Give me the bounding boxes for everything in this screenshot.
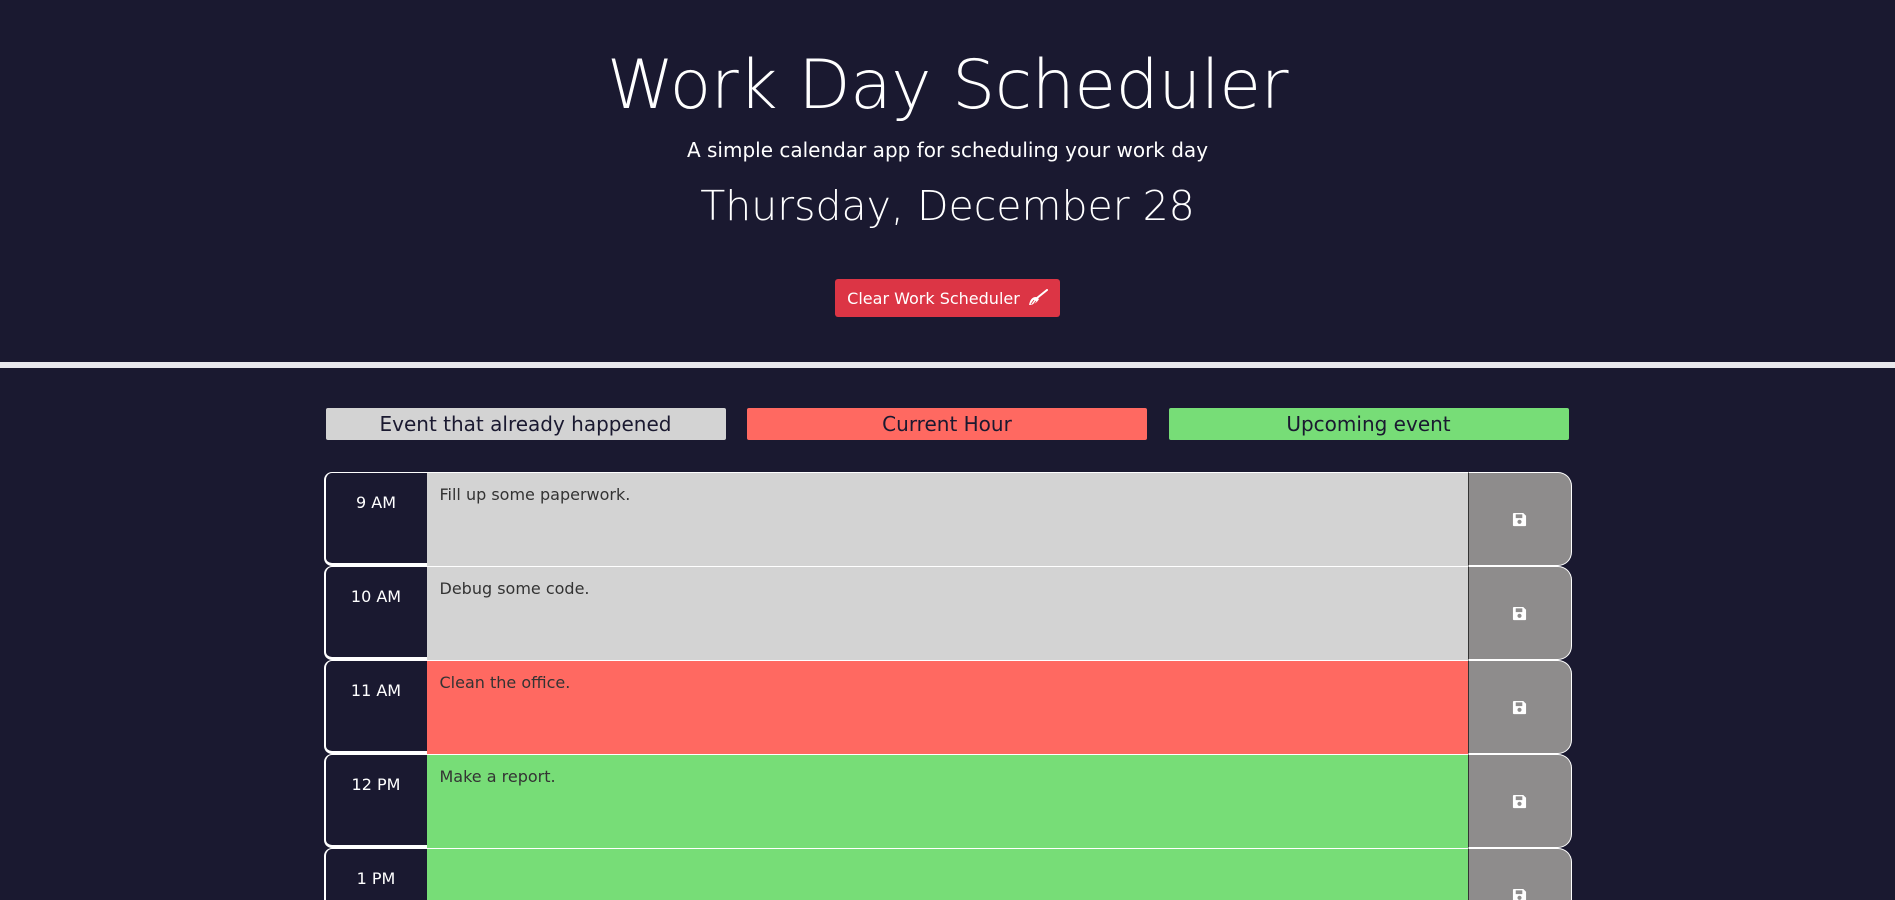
floppy-disk-icon	[1512, 606, 1527, 620]
save-button[interactable]	[1467, 754, 1572, 848]
time-block-list: 9 AM Fill up some paperwork. 10 AM Debug so…	[323, 472, 1572, 900]
time-block-row: 11 AM Clean the office.	[323, 660, 1572, 754]
legend-present: Current Hour	[747, 408, 1147, 440]
save-button[interactable]	[1467, 472, 1572, 566]
event-description-input[interactable]: Fill up some paperwork.	[426, 472, 1468, 566]
time-block-row: 10 AM Debug some code.	[323, 566, 1572, 660]
save-button[interactable]	[1467, 660, 1572, 754]
clear-scheduler-button[interactable]: Clear Work Scheduler	[835, 279, 1060, 317]
time-block-row: 12 PM Make a report.	[323, 754, 1572, 848]
time-block-row: 1 PM	[323, 848, 1572, 900]
broom-icon	[1028, 289, 1048, 306]
page-subtitle: A simple calendar app for scheduling you…	[686, 138, 1209, 162]
page-title: Work Day Scheduler	[606, 46, 1289, 125]
time-block-row: 9 AM Fill up some paperwork.	[323, 472, 1572, 566]
legend-future: Upcoming event	[1168, 408, 1569, 440]
header: Work Day Scheduler A simple calendar app…	[0, 0, 1895, 368]
header-divider	[0, 362, 1895, 368]
hour-label: 9 AM	[323, 472, 427, 566]
scheduler-container: Event that already happened Current Hour…	[323, 408, 1572, 900]
event-description-input[interactable]: Debug some code.	[426, 566, 1468, 660]
save-button[interactable]	[1467, 848, 1572, 900]
event-description-input[interactable]	[426, 848, 1468, 900]
event-description-input[interactable]: Make a report.	[426, 754, 1468, 848]
floppy-disk-icon	[1512, 700, 1527, 714]
legend: Event that already happened Current Hour…	[325, 408, 1569, 440]
hour-label: 11 AM	[323, 660, 427, 754]
current-date: Thursday, December 28	[700, 182, 1195, 230]
save-button[interactable]	[1467, 566, 1572, 660]
floppy-disk-icon	[1512, 512, 1527, 526]
floppy-disk-icon	[1512, 888, 1527, 900]
hour-label: 12 PM	[323, 754, 427, 848]
clear-button-label: Clear Work Scheduler	[847, 288, 1020, 308]
hour-label: 1 PM	[323, 848, 427, 900]
event-description-input[interactable]: Clean the office.	[426, 660, 1468, 754]
hour-label: 10 AM	[323, 566, 427, 660]
legend-past: Event that already happened	[325, 408, 726, 440]
floppy-disk-icon	[1512, 794, 1527, 808]
